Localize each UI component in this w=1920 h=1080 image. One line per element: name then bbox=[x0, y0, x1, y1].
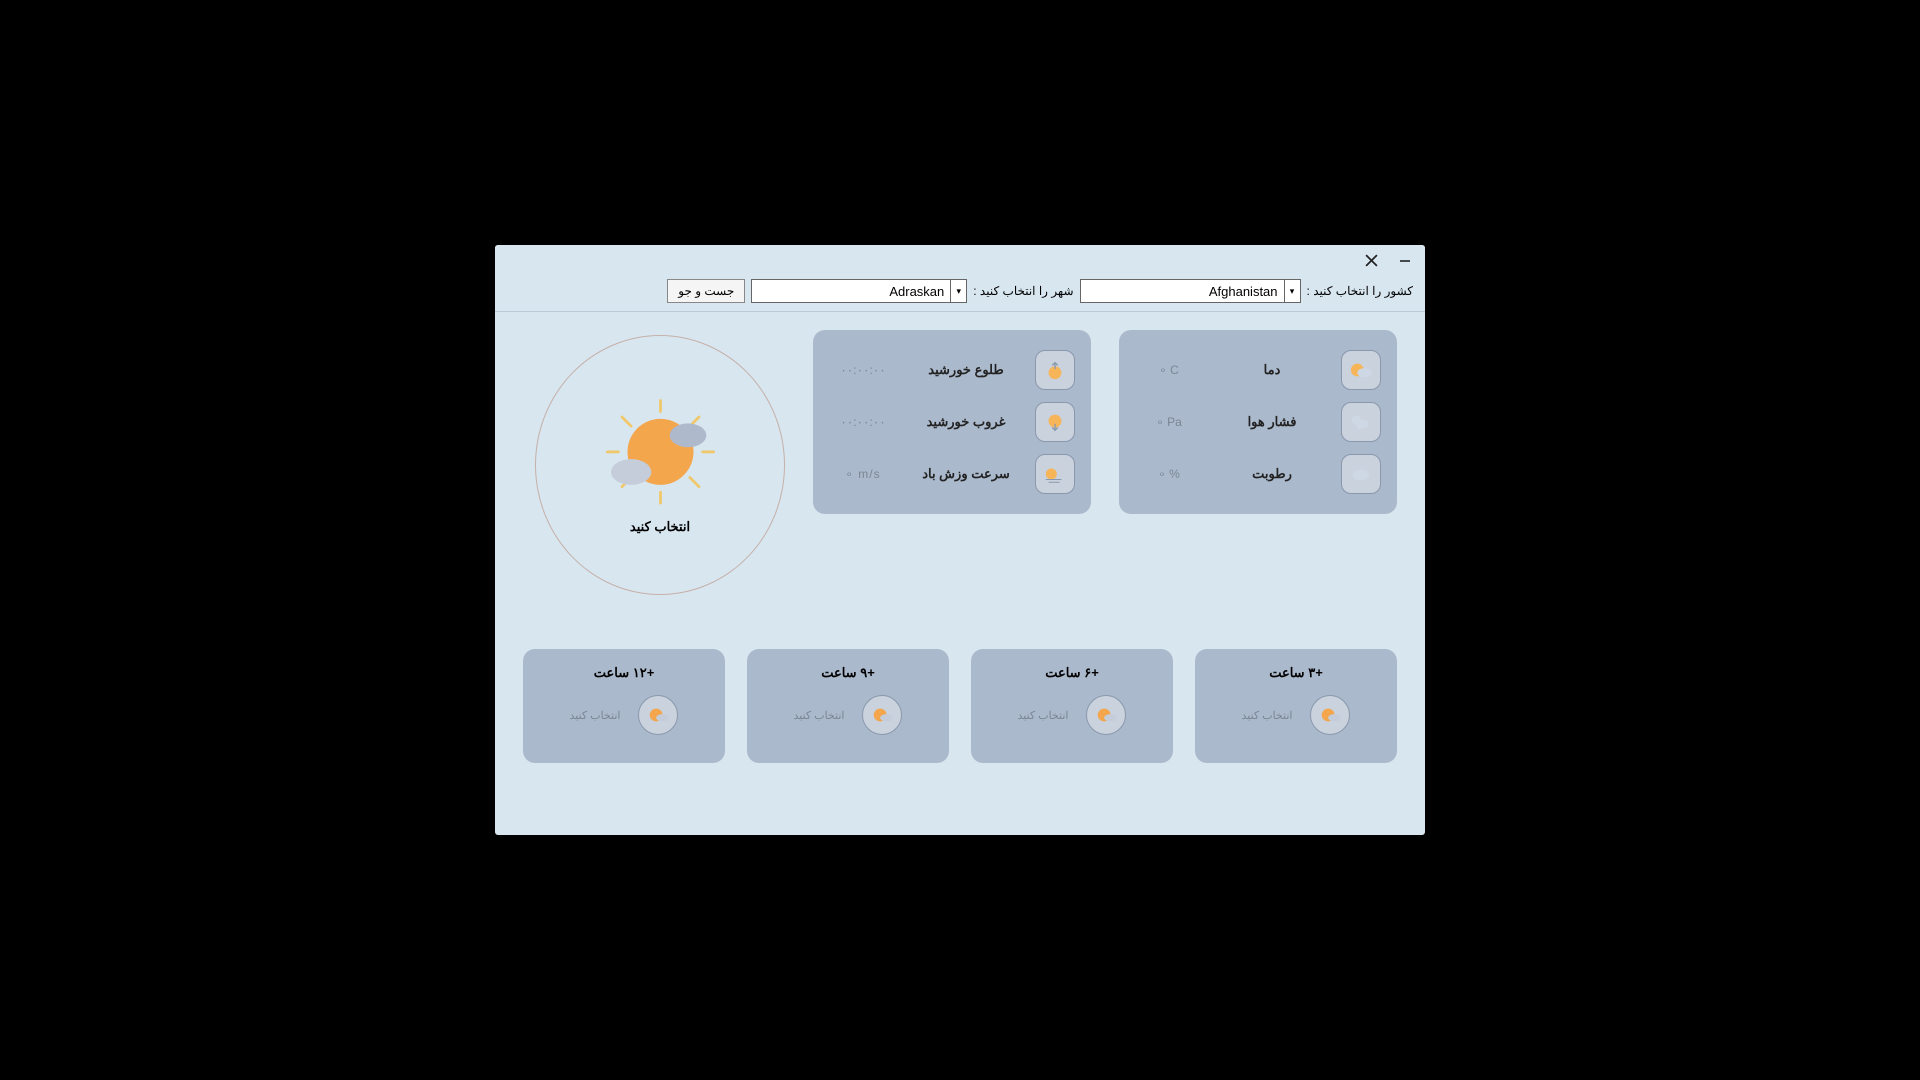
current-weather-row: دما ∘ C فشار هوا ∘ Pa رطوبت ∘ % bbox=[523, 330, 1397, 595]
humidity-label: رطوبت bbox=[1215, 466, 1329, 482]
sunrise-icon bbox=[1035, 350, 1075, 390]
forecast-icon bbox=[1086, 695, 1126, 735]
chevron-down-icon[interactable]: ▾ bbox=[951, 279, 967, 303]
content: دما ∘ C فشار هوا ∘ Pa رطوبت ∘ % bbox=[495, 312, 1425, 832]
chevron-down-icon[interactable]: ▾ bbox=[1285, 279, 1301, 303]
sunset-value: ۰۰:۰۰:۰۰ bbox=[829, 415, 897, 429]
forecast-select-label: انتخاب کنید bbox=[1242, 709, 1293, 722]
minimize-button[interactable] bbox=[1393, 250, 1417, 270]
forecast-select-label: انتخاب کنید bbox=[794, 709, 845, 722]
pressure-icon bbox=[1341, 402, 1381, 442]
wind-label: سرعت وزش باد bbox=[909, 466, 1023, 482]
pressure-value: ∘ Pa bbox=[1135, 415, 1203, 429]
forecast-select-label: انتخاب کنید bbox=[1018, 709, 1069, 722]
wind-value: ∘ m/s bbox=[829, 467, 897, 481]
pressure-row: فشار هوا ∘ Pa bbox=[1135, 396, 1381, 448]
forecast-icon bbox=[1310, 695, 1350, 735]
app-window: کشور را انتخاب کنید : ▾ شهر را انتخاب کن… bbox=[495, 245, 1425, 835]
country-combo[interactable]: ▾ bbox=[1080, 279, 1301, 303]
humidity-value: ∘ % bbox=[1135, 467, 1203, 481]
sunset-row: غروب خورشید ۰۰:۰۰:۰۰ bbox=[829, 396, 1075, 448]
forecast-card-12h[interactable]: +۱۲ ساعت انتخاب کنید bbox=[523, 649, 725, 763]
city-input[interactable] bbox=[751, 279, 951, 303]
metrics-card: دما ∘ C فشار هوا ∘ Pa رطوبت ∘ % bbox=[1119, 330, 1397, 514]
search-button[interactable]: جست و جو bbox=[667, 279, 745, 303]
pressure-label: فشار هوا bbox=[1215, 414, 1329, 430]
forecast-select-label: انتخاب کنید bbox=[570, 709, 621, 722]
wind-row: سرعت وزش باد ∘ m/s bbox=[829, 448, 1075, 500]
forecast-icon bbox=[862, 695, 902, 735]
hero-select-label: انتخاب کنید bbox=[630, 519, 690, 535]
titlebar bbox=[495, 245, 1425, 275]
forecast-card-6h[interactable]: +۶ ساعت انتخاب کنید bbox=[971, 649, 1173, 763]
wind-icon bbox=[1035, 454, 1075, 494]
sun-cloud-icon bbox=[593, 395, 728, 505]
sun-wind-card: طلوع خورشید ۰۰:۰۰:۰۰ غروب خورشید ۰۰:۰۰:۰… bbox=[813, 330, 1091, 514]
forecast-card-3h[interactable]: +۳ ساعت انتخاب کنید bbox=[1195, 649, 1397, 763]
forecast-card-9h[interactable]: +۹ ساعت انتخاب کنید bbox=[747, 649, 949, 763]
humidity-row: رطوبت ∘ % bbox=[1135, 448, 1381, 500]
forecast-title: +۱۲ ساعت bbox=[594, 665, 655, 681]
temperature-value: ∘ C bbox=[1135, 363, 1203, 377]
humidity-icon bbox=[1341, 454, 1381, 494]
sunrise-value: ۰۰:۰۰:۰۰ bbox=[829, 363, 897, 377]
forecast-title: +۳ ساعت bbox=[1269, 665, 1323, 681]
temperature-row: دما ∘ C bbox=[1135, 344, 1381, 396]
toolbar: کشور را انتخاب کنید : ▾ شهر را انتخاب کن… bbox=[495, 275, 1425, 312]
temperature-label: دما bbox=[1215, 362, 1329, 378]
sunset-label: غروب خورشید bbox=[909, 414, 1023, 430]
city-label: شهر را انتخاب کنید : bbox=[973, 284, 1073, 298]
country-input[interactable] bbox=[1080, 279, 1285, 303]
forecast-title: +۹ ساعت bbox=[821, 665, 875, 681]
country-label: کشور را انتخاب کنید : bbox=[1307, 284, 1413, 298]
sunrise-label: طلوع خورشید bbox=[909, 362, 1023, 378]
minimize-icon bbox=[1399, 254, 1411, 266]
forecast-row: +۳ ساعت انتخاب کنید +۶ ساعت انتخاب کنید bbox=[523, 649, 1397, 763]
sunset-icon bbox=[1035, 402, 1075, 442]
city-combo[interactable]: ▾ bbox=[751, 279, 967, 303]
sunrise-row: طلوع خورشید ۰۰:۰۰:۰۰ bbox=[829, 344, 1075, 396]
close-button[interactable] bbox=[1359, 250, 1383, 270]
forecast-icon bbox=[638, 695, 678, 735]
thermometer-icon bbox=[1341, 350, 1381, 390]
forecast-title: +۶ ساعت bbox=[1045, 665, 1099, 681]
close-icon bbox=[1365, 254, 1378, 267]
current-condition-hero: انتخاب کنید bbox=[535, 335, 785, 595]
